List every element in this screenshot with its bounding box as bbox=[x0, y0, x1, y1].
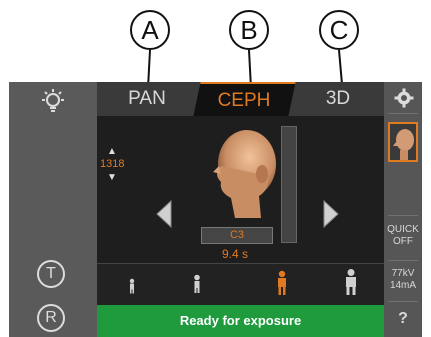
callout-a: A bbox=[130, 10, 170, 50]
divider bbox=[388, 215, 418, 216]
status-bar: Ready for exposure bbox=[97, 305, 384, 337]
patient-size-large-adult-icon[interactable] bbox=[343, 268, 359, 301]
callout-c: C bbox=[319, 10, 359, 50]
left-rail: T R bbox=[9, 82, 97, 337]
settings-gear-icon[interactable] bbox=[394, 88, 414, 113]
exposure-time: 9.4 s bbox=[222, 247, 249, 261]
left-arrow-button[interactable] bbox=[155, 199, 173, 234]
head-profile-image bbox=[209, 126, 279, 226]
down-arrow-icon[interactable]: ▼ bbox=[107, 172, 137, 186]
main-panel: PAN CEPH 3D ▲ 1318 ▼ C3 9.4 s Ready for … bbox=[97, 82, 384, 337]
positioning-viewport: ▲ 1318 ▼ C3 9.4 s bbox=[97, 116, 384, 263]
help-button[interactable]: ? bbox=[384, 308, 422, 330]
divider bbox=[388, 301, 418, 302]
divider bbox=[388, 113, 418, 114]
patient-size-child-small-icon[interactable] bbox=[127, 278, 137, 299]
region-selector[interactable]: C3 bbox=[201, 227, 273, 244]
exposure-parameters[interactable]: 77kV 14mA bbox=[384, 268, 422, 292]
t-button[interactable]: T bbox=[37, 260, 65, 288]
patient-size-selector bbox=[97, 263, 384, 306]
tab-ceph[interactable]: CEPH bbox=[193, 82, 296, 116]
divider bbox=[388, 260, 418, 261]
patient-size-adult-selected-icon[interactable] bbox=[275, 270, 289, 301]
lightbulb-icon[interactable] bbox=[39, 88, 67, 119]
height-value: 1318 bbox=[100, 158, 125, 170]
mode-tabs: PAN CEPH 3D bbox=[97, 82, 384, 116]
ceph-scale-bar bbox=[281, 126, 297, 243]
right-rail: QUICK OFF 77kV 14mA ? bbox=[384, 82, 422, 337]
tab-3d[interactable]: 3D bbox=[292, 82, 384, 116]
patient-size-child-icon[interactable] bbox=[191, 274, 203, 299]
tab-pan[interactable]: PAN bbox=[97, 82, 197, 116]
quick-toggle[interactable]: QUICK OFF bbox=[384, 224, 422, 248]
head-thumbnail-icon[interactable] bbox=[388, 122, 418, 162]
r-button[interactable]: R bbox=[37, 304, 65, 332]
right-arrow-button[interactable] bbox=[322, 199, 340, 234]
device-screen: T R PAN CEPH 3D ▲ 1318 ▼ C3 9.4 s Ready … bbox=[9, 82, 422, 337]
callout-b: B bbox=[229, 10, 269, 50]
